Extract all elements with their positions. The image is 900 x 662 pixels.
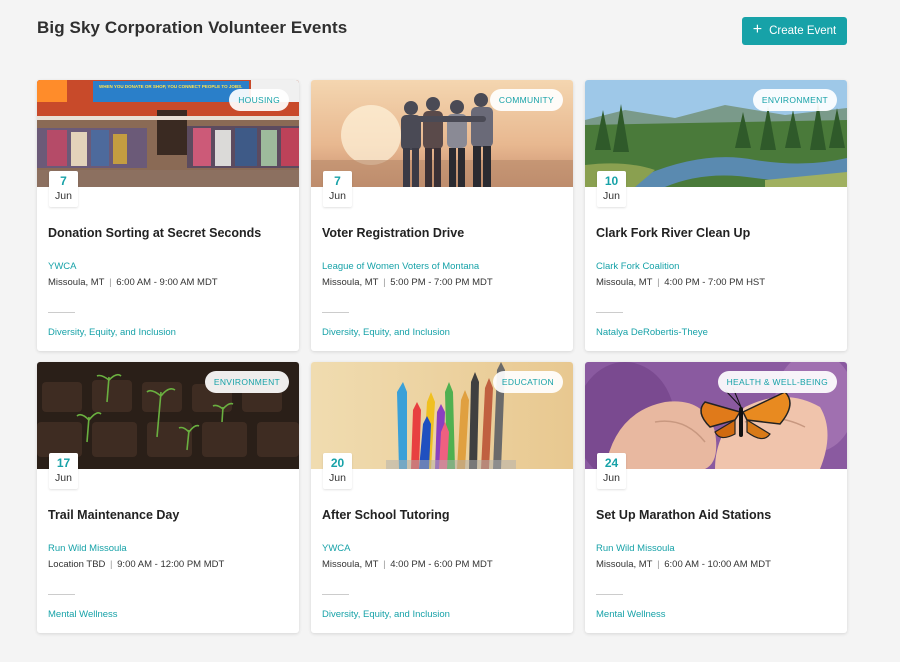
meta-separator: |: [654, 277, 663, 288]
event-card[interactable]: ENVIRONMENT 10 Jun Clark Fork River Clea…: [585, 80, 847, 351]
event-time: 6:00 AM - 9:00 AM MDT: [116, 277, 218, 288]
meta-separator: |: [106, 277, 115, 288]
organization-link[interactable]: Run Wild Missoula: [48, 543, 127, 554]
event-time: 4:00 PM - 6:00 PM MDT: [390, 559, 493, 570]
event-card[interactable]: HEALTH & WELL-BEING 24 Jun Set Up Marath…: [585, 362, 847, 633]
date-badge: 24 Jun: [597, 453, 626, 489]
event-card[interactable]: WHEN YOU DONATE OR SHOP, YOU CONNECT PEO…: [37, 80, 299, 351]
divider: [322, 594, 349, 595]
category-tag: HOUSING: [229, 89, 289, 111]
event-title[interactable]: Set Up Marathon Aid Stations: [596, 508, 771, 522]
meta-separator: |: [380, 277, 389, 288]
date-badge: 7 Jun: [323, 171, 352, 207]
cause-link[interactable]: Mental Wellness: [48, 609, 118, 620]
date-badge: 17 Jun: [49, 453, 78, 489]
organization-link[interactable]: Clark Fork Coalition: [596, 261, 679, 272]
event-location: Missoula, MT: [48, 277, 105, 288]
divider: [322, 312, 349, 313]
cause-link[interactable]: Diversity, Equity, and Inclusion: [322, 327, 450, 338]
sign-text: WHEN YOU DONATE OR SHOP, YOU CONNECT PEO…: [99, 84, 242, 89]
date-badge: 10 Jun: [597, 171, 626, 207]
event-title[interactable]: Voter Registration Drive: [322, 226, 464, 240]
create-event-button[interactable]: + Create Event: [742, 17, 847, 45]
event-title[interactable]: Trail Maintenance Day: [48, 508, 179, 522]
event-card[interactable]: ENVIRONMENT 17 Jun Trail Maintenance Day…: [37, 362, 299, 633]
event-location: Missoula, MT: [596, 559, 653, 570]
event-location: Missoula, MT: [322, 277, 379, 288]
event-location: Missoula, MT: [322, 559, 379, 570]
date-month: Jun: [329, 190, 346, 202]
organization-link[interactable]: Run Wild Missoula: [596, 543, 675, 554]
category-tag: ENVIRONMENT: [752, 89, 837, 111]
event-title[interactable]: Donation Sorting at Secret Seconds: [48, 226, 261, 240]
event-card[interactable]: EDUCATION 20 Jun After School Tutoring Y…: [311, 362, 573, 633]
meta-separator: |: [654, 559, 663, 570]
meta-separator: |: [380, 559, 389, 570]
plus-icon: +: [752, 21, 763, 38]
event-meta: Missoula, MT | 6:00 AM - 9:00 AM MDT: [48, 277, 218, 288]
event-meta: Missoula, MT | 4:00 PM - 6:00 PM MDT: [322, 559, 493, 570]
event-meta: Missoula, MT | 6:00 AM - 10:00 AM MDT: [596, 559, 771, 570]
date-day: 10: [604, 174, 619, 188]
page-title: Big Sky Corporation Volunteer Events: [37, 18, 348, 37]
date-day: 17: [56, 456, 71, 470]
date-day: 24: [604, 456, 619, 470]
category-tag: HEALTH & WELL-BEING: [717, 371, 837, 393]
cause-link[interactable]: Diversity, Equity, and Inclusion: [48, 327, 176, 338]
category-tag: ENVIRONMENT: [204, 371, 289, 393]
cause-link[interactable]: Mental Wellness: [596, 609, 666, 620]
organization-link[interactable]: YWCA: [48, 261, 77, 272]
event-card[interactable]: COMMUNITY 7 Jun Voter Registration Drive…: [311, 80, 573, 351]
date-month: Jun: [329, 472, 346, 484]
organization-link[interactable]: YWCA: [322, 543, 351, 554]
date-badge: 20 Jun: [323, 453, 352, 489]
event-meta: Missoula, MT | 5:00 PM - 7:00 PM MDT: [322, 277, 493, 288]
date-day: 20: [330, 456, 345, 470]
divider: [596, 312, 623, 313]
date-day: 7: [334, 174, 341, 188]
meta-separator: |: [107, 559, 116, 570]
event-grid: WHEN YOU DONATE OR SHOP, YOU CONNECT PEO…: [37, 80, 847, 633]
event-time: 4:00 PM - 7:00 PM HST: [664, 277, 766, 288]
divider: [596, 594, 623, 595]
create-event-label: Create Event: [769, 25, 837, 37]
cause-link[interactable]: Natalya DeRobertis-Theye: [596, 327, 708, 338]
organization-link[interactable]: League of Women Voters of Montana: [322, 261, 479, 272]
category-tag: EDUCATION: [492, 371, 563, 393]
event-meta: Location TBD | 9:00 AM - 12:00 PM MDT: [48, 559, 224, 570]
divider: [48, 594, 75, 595]
event-title[interactable]: Clark Fork River Clean Up: [596, 226, 750, 240]
date-day: 7: [60, 174, 67, 188]
date-month: Jun: [55, 190, 72, 202]
divider: [48, 312, 75, 313]
date-badge: 7 Jun: [49, 171, 78, 207]
category-tag: COMMUNITY: [489, 89, 563, 111]
date-month: Jun: [603, 472, 620, 484]
event-location: Missoula, MT: [596, 277, 653, 288]
date-month: Jun: [55, 472, 72, 484]
event-time: 6:00 AM - 10:00 AM MDT: [664, 559, 771, 570]
date-month: Jun: [603, 190, 620, 202]
event-time: 9:00 AM - 12:00 PM MDT: [117, 559, 225, 570]
event-time: 5:00 PM - 7:00 PM MDT: [390, 277, 493, 288]
event-title[interactable]: After School Tutoring: [322, 508, 450, 522]
cause-link[interactable]: Diversity, Equity, and Inclusion: [322, 609, 450, 620]
event-location: Location TBD: [48, 559, 106, 570]
event-meta: Missoula, MT | 4:00 PM - 7:00 PM HST: [596, 277, 765, 288]
